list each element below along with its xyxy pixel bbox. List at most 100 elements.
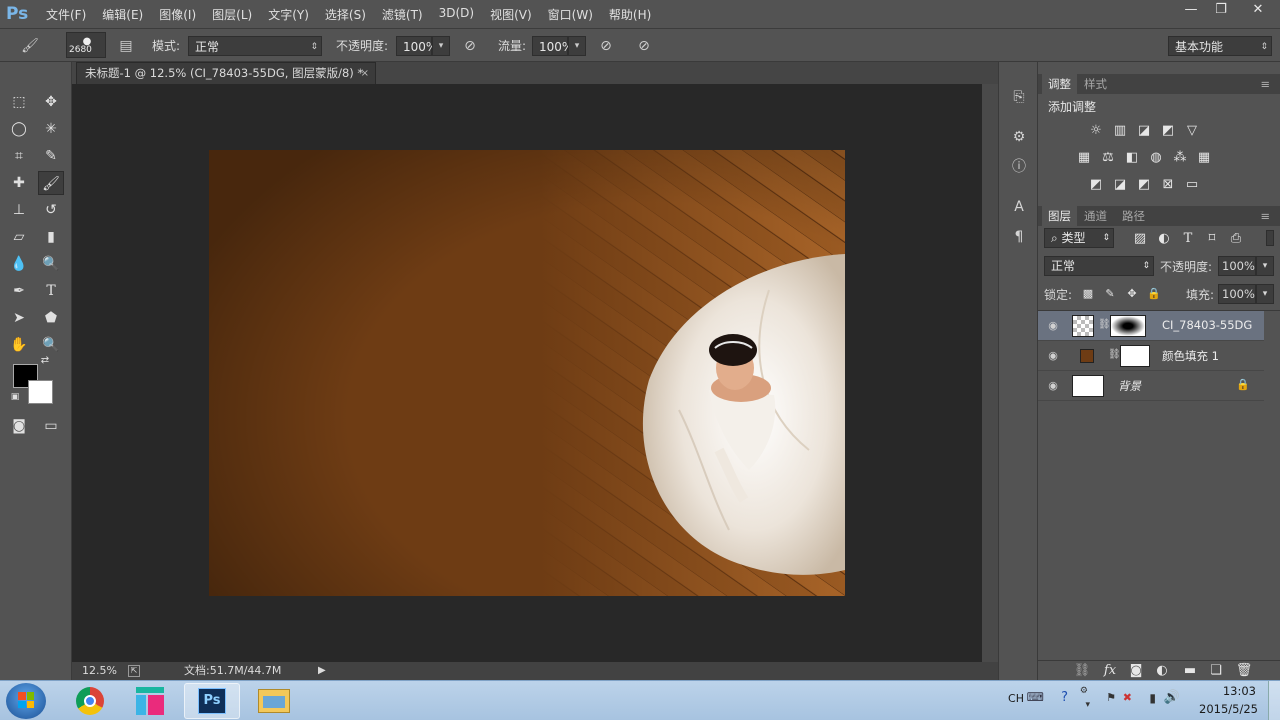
- add-mask-icon[interactable]: ◙: [1126, 662, 1146, 680]
- clock-date[interactable]: 2015/5/25: [1199, 702, 1258, 716]
- properties-panel-icon[interactable]: ⚙: [1008, 126, 1030, 148]
- lock-position-icon[interactable]: ✥: [1122, 285, 1142, 303]
- app-taskbar-button[interactable]: [122, 683, 178, 719]
- screen-mode-icon[interactable]: ▭: [38, 414, 64, 438]
- keyboard-icon[interactable]: ⌨: [1027, 690, 1044, 704]
- layer-mask-thumbnail[interactable]: [1110, 315, 1146, 337]
- brush-tool-icon[interactable]: 🖌: [38, 171, 64, 195]
- brush-panel-icon[interactable]: ▤: [116, 36, 136, 56]
- minimize-button[interactable]: —: [1176, 0, 1206, 20]
- fill-dropdown[interactable]: ▾: [1256, 284, 1274, 304]
- language-indicator[interactable]: CH: [1008, 692, 1024, 705]
- menu-layer[interactable]: 图层(L): [212, 6, 258, 23]
- clock-time[interactable]: 13:03: [1223, 684, 1256, 698]
- layer-opacity-dropdown[interactable]: ▾: [1256, 256, 1274, 276]
- photo-filter-icon[interactable]: ◍: [1146, 149, 1166, 167]
- layer-row[interactable]: ◉ 背景 🔒: [1038, 371, 1264, 401]
- tab-styles[interactable]: 样式: [1078, 74, 1113, 94]
- vertical-scrollbar[interactable]: [982, 84, 998, 662]
- tray-settings-icon[interactable]: ⚙: [1080, 686, 1088, 696]
- layer-name[interactable]: 背景: [1118, 378, 1141, 394]
- lock-image-icon[interactable]: ✎: [1100, 285, 1120, 303]
- selective-color-icon[interactable]: ⊠: [1158, 176, 1178, 194]
- document-tab[interactable]: 未标题-1 @ 12.5% (CI_78403-55DG, 图层蒙版/8) * …: [76, 62, 376, 84]
- layers-panel-menu-icon[interactable]: ≡: [1254, 206, 1276, 226]
- layer-row[interactable]: ◉ ⛓ 颜色填充 1: [1038, 341, 1264, 371]
- filter-pixel-icon[interactable]: ▨: [1130, 230, 1150, 248]
- tab-channels[interactable]: 通道: [1078, 206, 1113, 226]
- invert-icon[interactable]: ◩: [1086, 176, 1106, 194]
- menu-filter[interactable]: 滤镜(T): [382, 6, 429, 23]
- default-colors-icon[interactable]: ▣: [8, 390, 22, 404]
- gradient-tool-icon[interactable]: ▮: [38, 225, 64, 249]
- opacity-input[interactable]: 100%: [396, 36, 437, 56]
- menu-image[interactable]: 图像(I): [159, 6, 202, 23]
- eyedropper-tool-icon[interactable]: ✎: [38, 144, 64, 168]
- color-lookup-icon[interactable]: ▦: [1194, 149, 1214, 167]
- volume-icon[interactable]: 🔊: [1164, 690, 1180, 705]
- eye-icon[interactable]: ◉: [1046, 349, 1060, 363]
- color-balance-icon[interactable]: ⚖: [1098, 149, 1118, 167]
- filter-type-icon[interactable]: T: [1178, 230, 1198, 248]
- pressure-opacity-icon[interactable]: ⊘: [460, 36, 480, 56]
- menu-select[interactable]: 选择(S): [325, 6, 372, 23]
- new-group-icon[interactable]: ▬: [1180, 662, 1200, 680]
- flow-dropdown-button[interactable]: ▾: [568, 36, 586, 56]
- threshold-icon[interactable]: ◩: [1134, 176, 1154, 194]
- status-menu-arrow-icon[interactable]: ▶: [318, 662, 326, 680]
- photoshop-taskbar-button[interactable]: Ps: [184, 683, 240, 719]
- black-white-icon[interactable]: ◧: [1122, 149, 1142, 167]
- exposure-icon[interactable]: ◩: [1158, 122, 1178, 140]
- link-layers-icon[interactable]: ⛓: [1072, 662, 1092, 680]
- close-button[interactable]: ✕: [1236, 0, 1280, 20]
- vibrance-icon[interactable]: ▽: [1182, 122, 1202, 140]
- filter-smart-object-icon[interactable]: ⎙: [1226, 230, 1246, 248]
- tab-adjustments[interactable]: 调整: [1042, 74, 1077, 94]
- menu-help[interactable]: 帮助(H): [609, 6, 657, 23]
- layer-row[interactable]: ◉ ⛓ CI_78403-55DG: [1038, 311, 1264, 341]
- pressure-size-icon[interactable]: ⊘: [634, 36, 654, 56]
- tab-layers[interactable]: 图层: [1042, 206, 1077, 226]
- channel-mixer-icon[interactable]: ⁂: [1170, 149, 1190, 167]
- opacity-dropdown-button[interactable]: ▾: [432, 36, 450, 56]
- new-layer-icon[interactable]: ❏: [1206, 662, 1226, 680]
- help-icon[interactable]: ?: [1061, 690, 1068, 705]
- paragraph-panel-icon[interactable]: ¶: [1008, 226, 1030, 248]
- link-icon[interactable]: ⛓: [1098, 319, 1111, 330]
- layer-name[interactable]: CI_78403-55DG: [1162, 318, 1252, 332]
- zoom-level[interactable]: 12.5%: [82, 662, 117, 680]
- panel-menu-icon[interactable]: ≡: [1254, 74, 1276, 94]
- clone-stamp-tool-icon[interactable]: ⊥: [6, 198, 32, 222]
- menu-file[interactable]: 文件(F): [46, 6, 92, 23]
- curves-icon[interactable]: ◪: [1134, 122, 1154, 140]
- magic-wand-tool-icon[interactable]: ✳: [38, 117, 64, 141]
- chrome-taskbar-button[interactable]: [62, 683, 118, 719]
- eraser-tool-icon[interactable]: ▱: [6, 225, 32, 249]
- delete-layer-icon[interactable]: 🗑: [1234, 662, 1254, 680]
- tab-paths[interactable]: 路径: [1116, 206, 1151, 226]
- eye-icon[interactable]: ◉: [1046, 379, 1060, 393]
- flow-input[interactable]: 100%: [532, 36, 573, 56]
- brightness-icon[interactable]: ☼: [1086, 122, 1106, 140]
- action-center-icon[interactable]: ✖: [1123, 691, 1132, 704]
- layer-opacity-input[interactable]: 100%: [1218, 256, 1256, 276]
- canvas-area[interactable]: [72, 84, 982, 662]
- shape-tool-icon[interactable]: ⬟: [38, 306, 64, 330]
- workspace-select[interactable]: 基本功能 ⇕: [1168, 36, 1272, 56]
- posterize-icon[interactable]: ◪: [1110, 176, 1130, 194]
- restore-button[interactable]: ❐: [1206, 0, 1236, 20]
- blur-tool-icon[interactable]: 💧: [6, 252, 32, 276]
- hand-tool-icon[interactable]: ✋: [6, 333, 32, 357]
- show-desktop-button[interactable]: [1268, 681, 1280, 720]
- fill-input[interactable]: 100%: [1218, 284, 1256, 304]
- filter-toggle[interactable]: [1266, 230, 1274, 246]
- move-tool-icon[interactable]: ✥: [38, 90, 64, 114]
- healing-brush-tool-icon[interactable]: ✚: [6, 171, 32, 195]
- type-tool-icon[interactable]: T: [38, 279, 64, 303]
- lasso-tool-icon[interactable]: ◯: [6, 117, 32, 141]
- filter-shape-icon[interactable]: ⌑: [1202, 230, 1222, 248]
- file-explorer-taskbar-button[interactable]: [246, 683, 302, 719]
- quick-mask-icon[interactable]: ◙: [6, 414, 32, 438]
- history-panel-icon[interactable]: ⎘: [1008, 86, 1030, 108]
- airbrush-icon[interactable]: ⊘: [596, 36, 616, 56]
